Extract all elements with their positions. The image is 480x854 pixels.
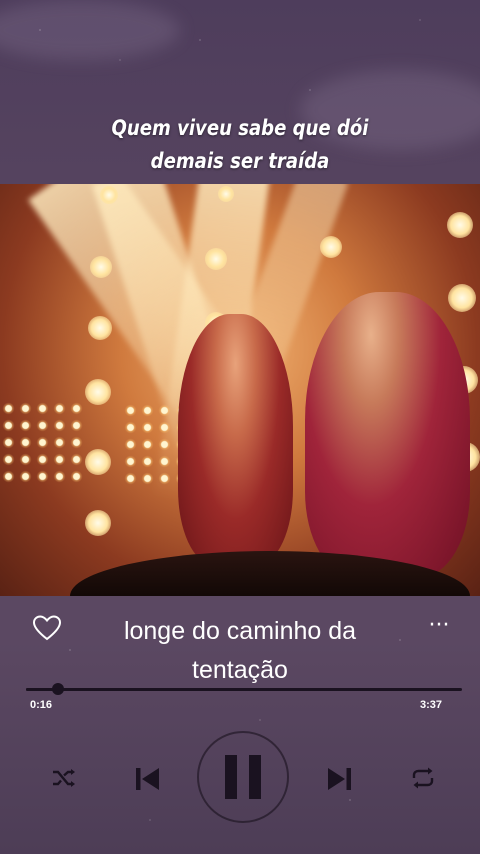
stage-bulb — [448, 284, 476, 312]
stage-bulb — [85, 379, 111, 405]
shuffle-icon — [53, 769, 75, 787]
skip-previous-icon — [136, 768, 159, 790]
player-screen: Quem viveu sabe que dói demais ser traíd… — [0, 0, 480, 854]
heart-outline-icon — [32, 615, 62, 641]
previous-lyric-line-2: demais ser traída — [150, 149, 330, 173]
current-lyric: longe do caminho da tentação — [60, 612, 420, 690]
total-duration: 3:37 — [420, 699, 443, 711]
next-button[interactable] — [325, 764, 355, 794]
more-options-button[interactable]: ··· — [424, 613, 454, 638]
progress-bar[interactable] — [26, 683, 462, 695]
current-lyric-line-1: longe do caminho da — [123, 617, 357, 645]
current-lyric-line-2: tentação — [192, 656, 288, 684]
stage-bulb — [100, 186, 118, 204]
dancer-right — [305, 292, 470, 577]
dancer-left — [178, 314, 293, 564]
stage-bulb — [205, 248, 227, 270]
repeat-button[interactable] — [408, 764, 438, 792]
pause-button[interactable] — [197, 731, 289, 823]
stage-bulb — [90, 256, 112, 278]
video-frame[interactable] — [0, 184, 480, 596]
previous-button[interactable] — [132, 764, 162, 794]
more-horizontal-icon: ··· — [428, 613, 450, 638]
stage-bulb — [88, 316, 112, 340]
stage-bulb — [447, 212, 473, 238]
cloud-decoration-left — [0, 0, 180, 60]
previous-lyric-line-1: Quem viveu sabe que dói — [111, 116, 369, 140]
shuffle-button[interactable] — [49, 764, 79, 792]
stage-bulb — [85, 449, 111, 475]
stage-bulb — [218, 186, 234, 202]
elapsed-time: 0:16 — [30, 699, 53, 711]
stage-bulb — [320, 236, 342, 258]
pause-icon — [225, 755, 261, 799]
previous-lyric: Quem viveu sabe que dói demais ser traíd… — [34, 112, 447, 178]
stage-bulb — [85, 510, 111, 536]
repeat-icon — [412, 767, 434, 789]
like-button[interactable] — [32, 614, 62, 642]
light-panel — [0, 400, 84, 484]
skip-next-icon — [328, 768, 351, 790]
